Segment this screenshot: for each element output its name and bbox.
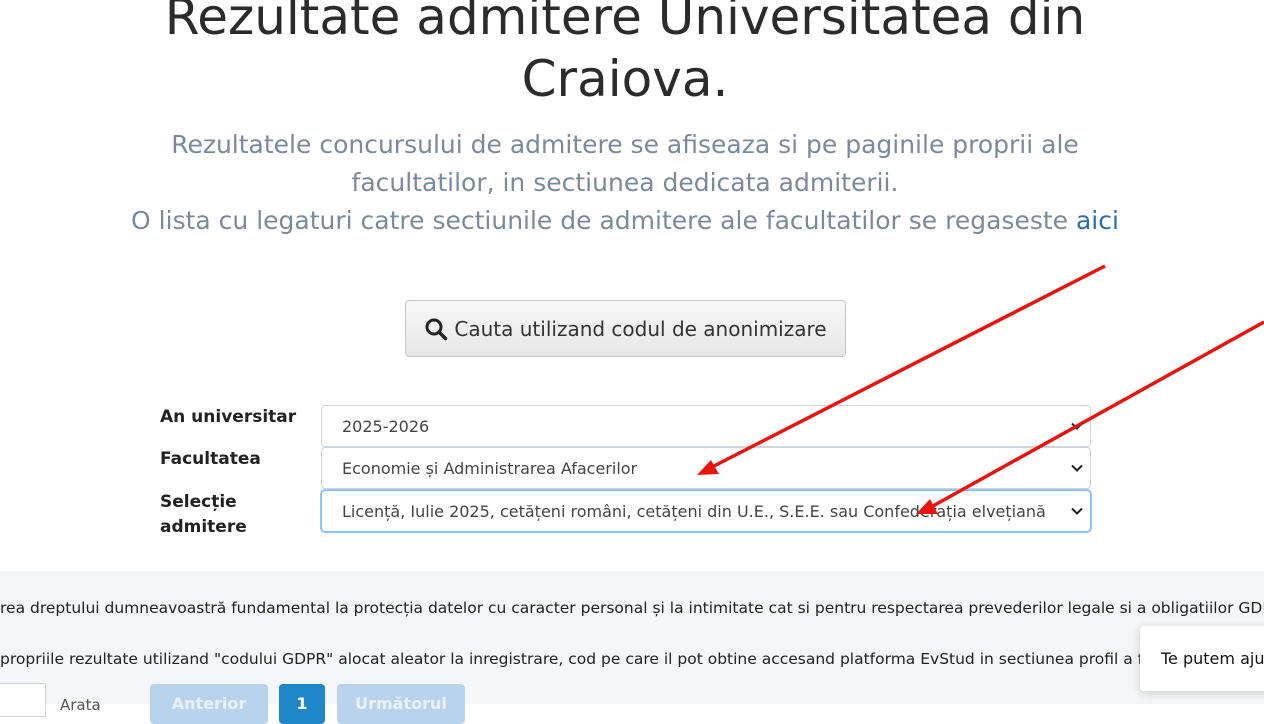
intro-line2: facultatilor, in sectiunea dedicata admi…: [351, 168, 899, 197]
year-select[interactable]: 2025-2026: [321, 405, 1091, 447]
help-chat-toast[interactable]: Te putem ajuta: [1140, 626, 1264, 691]
page-title-line2: Craiova.: [521, 50, 729, 108]
pagination-next-button[interactable]: Următorul: [337, 684, 465, 724]
chevron-down-icon: [1071, 422, 1083, 430]
page-size-label: Arata: [60, 696, 101, 714]
help-chat-text: Te putem ajuta: [1161, 649, 1264, 668]
admission-selection-select[interactable]: Licență, Iulie 2025, cetățeni români, ce…: [321, 490, 1091, 532]
pagination-page-1[interactable]: 1: [279, 684, 325, 724]
page-title-line1: Rezultate admitere Universitatea din: [164, 0, 1086, 46]
pagination-previous-button[interactable]: Anterior: [150, 684, 268, 724]
faculty-select-value: Economie și Administrarea Afacerilor: [342, 458, 638, 478]
selection-label: Selecție admitere: [160, 490, 247, 540]
intro-line3: O lista cu legaturi catre sectiunile de …: [0, 202, 1250, 240]
page-title: Rezultate admitere Universitatea din Cra…: [0, 0, 1250, 110]
search-icon: [425, 318, 448, 340]
selection-label-line2: admitere: [160, 517, 247, 537]
chevron-down-icon: [1071, 507, 1083, 515]
selection-label-line1: Selecție: [160, 492, 237, 512]
chevron-down-icon: [1071, 464, 1083, 472]
gdpr-notice-line1: rea dreptului dumneavoastră fundamental …: [0, 599, 1264, 617]
page-size-input[interactable]: [0, 683, 46, 717]
year-label: An universitar: [160, 407, 297, 427]
intro-line3-text: O lista cu legaturi catre sectiunile de …: [131, 206, 1076, 235]
intro-text: Rezultatele concursului de admitere se a…: [0, 126, 1250, 240]
faculty-admission-link[interactable]: aici: [1076, 206, 1119, 235]
faculty-select[interactable]: Economie și Administrarea Afacerilor: [321, 447, 1091, 489]
gdpr-notice-line2: propriile rezultate utilizand "codului G…: [0, 650, 1144, 668]
intro-line1: Rezultatele concursului de admitere se a…: [171, 130, 1079, 159]
admission-selection-value: Licență, Iulie 2025, cetățeni români, ce…: [342, 501, 1046, 521]
year-select-value: 2025-2026: [342, 416, 430, 436]
search-by-code-button[interactable]: Cauta utilizand codul de anonimizare: [405, 300, 846, 357]
faculty-label: Facultatea: [160, 449, 261, 469]
search-by-code-label: Cauta utilizand codul de anonimizare: [454, 316, 827, 341]
